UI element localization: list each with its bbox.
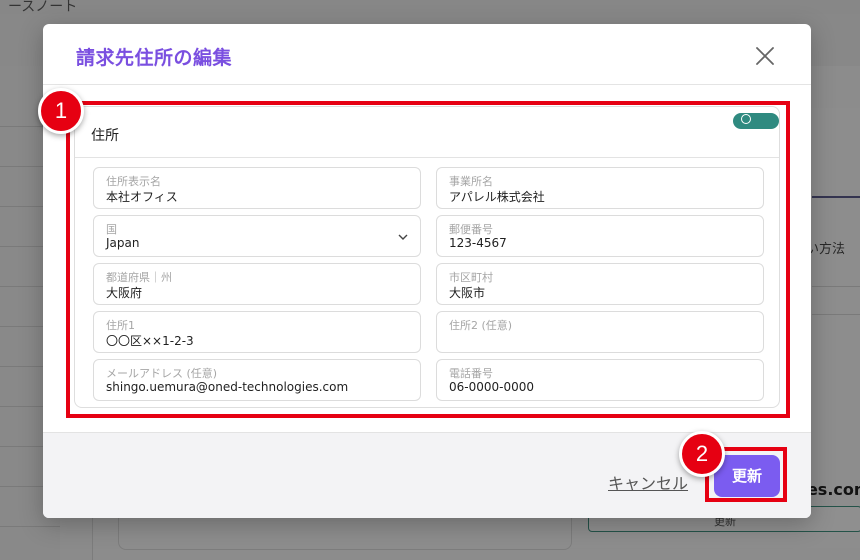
- highlight-box-step1: [66, 101, 790, 418]
- close-icon[interactable]: [753, 44, 777, 68]
- step-badge-2: 2: [679, 431, 725, 477]
- step-badge-1: 1: [38, 88, 84, 134]
- cancel-button[interactable]: キャンセル: [608, 470, 688, 494]
- modal-title: 請求先住所の編集: [76, 47, 233, 69]
